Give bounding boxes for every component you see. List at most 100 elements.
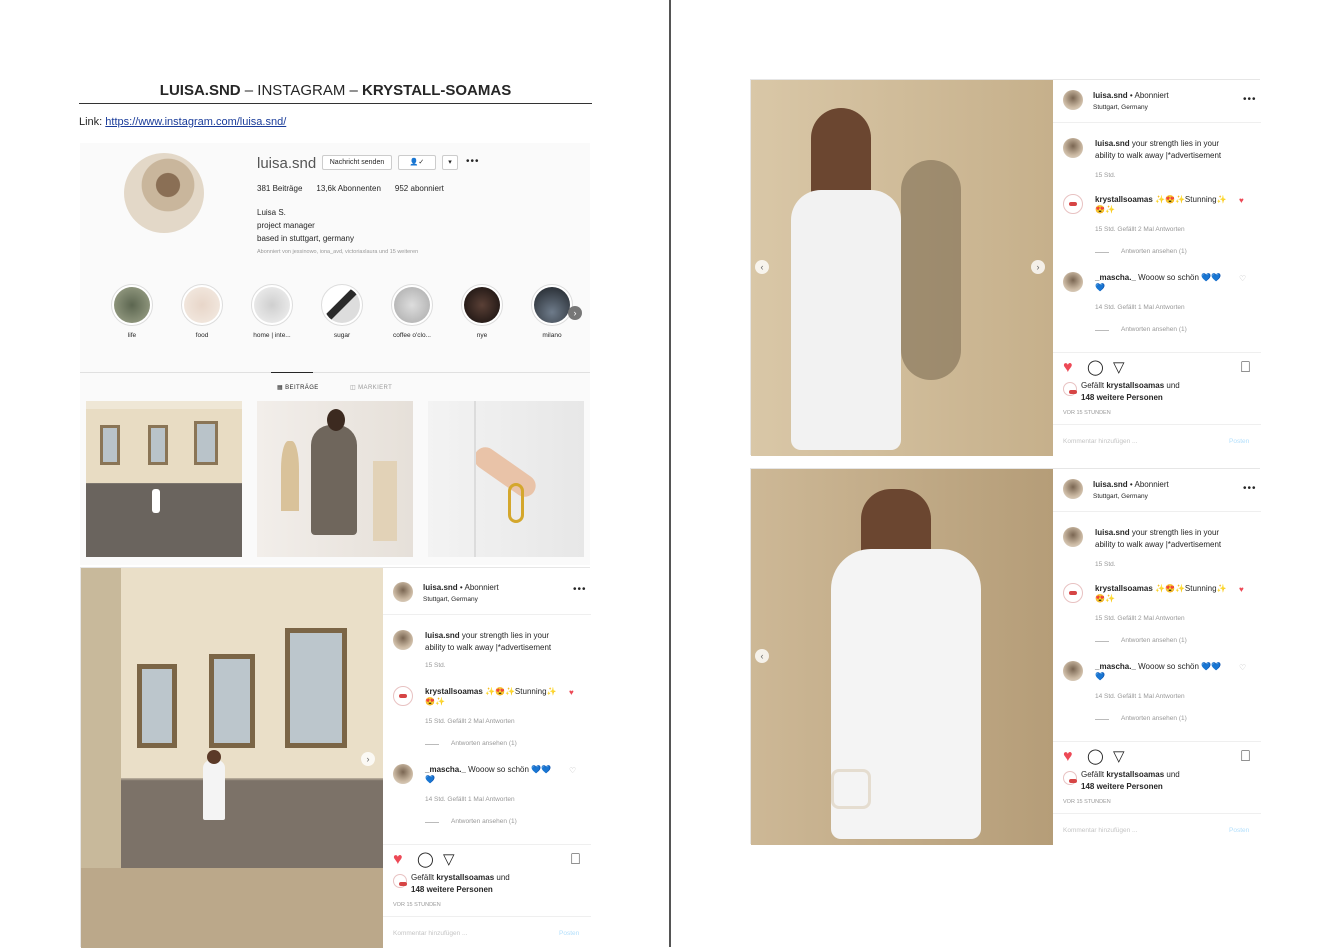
photo-next-arrow[interactable]: › xyxy=(1031,260,1045,274)
post-photo[interactable]: ‹ › xyxy=(751,80,1053,456)
bookmark-icon[interactable]: ⎕ xyxy=(1241,360,1250,375)
post-more-icon[interactable]: ••• xyxy=(1243,483,1257,494)
followers-count[interactable]: 13,6k Abonnenten xyxy=(316,184,381,193)
post-photo[interactable]: ‹ xyxy=(751,469,1053,845)
comment-2-meta[interactable]: 14 Std. Gefällt 1 Mal Antworten xyxy=(425,794,515,805)
post-author[interactable]: luisa.snd • Abonniert xyxy=(1093,479,1169,490)
user-avatar[interactable] xyxy=(1063,90,1083,110)
comment-1-meta[interactable]: 15 Std. Gefällt 2 Mal Antworten xyxy=(1095,224,1185,235)
highlight-home[interactable]: home | inte... xyxy=(237,284,307,339)
user-avatar[interactable] xyxy=(1063,138,1083,158)
likes-others[interactable]: 148 weitere Personen xyxy=(411,884,493,895)
post-comment-button[interactable]: Posten xyxy=(1229,825,1249,836)
post-more-icon[interactable]: ••• xyxy=(573,584,587,595)
post-thumbnail[interactable] xyxy=(257,401,413,557)
profile-link[interactable]: https://www.instagram.com/luisa.snd/ xyxy=(105,116,286,128)
post-location[interactable]: Stuttgart, Germany xyxy=(1093,491,1148,502)
commenter-avatar[interactable] xyxy=(393,686,413,706)
view-replies[interactable]: Antworten ansehen (1) xyxy=(451,816,517,827)
post-more-icon[interactable]: ••• xyxy=(1243,94,1257,105)
comment-2: _mascha._ Wooow so schön 💙💙 xyxy=(1095,273,1222,282)
likes-others[interactable]: 148 weitere Personen xyxy=(1081,781,1163,792)
post-location[interactable]: Stuttgart, Germany xyxy=(1093,102,1148,113)
view-replies[interactable]: Antworten ansehen (1) xyxy=(1121,246,1187,257)
more-options-icon[interactable]: ••• xyxy=(466,156,480,167)
comment-icon[interactable]: ◯ xyxy=(1087,749,1104,764)
likes-text[interactable]: Gefällt krystallsoamas und xyxy=(1081,769,1180,780)
post-comment-button[interactable]: Posten xyxy=(1229,436,1249,447)
bookmark-icon[interactable]: ⎕ xyxy=(1241,749,1250,764)
comment-1-meta[interactable]: 15 Std. Gefällt 2 Mal Antworten xyxy=(425,716,515,727)
likes-text[interactable]: Gefällt krystallsoamas und xyxy=(1081,380,1180,391)
user-avatar[interactable] xyxy=(1063,527,1083,547)
message-button[interactable]: Nachricht senden xyxy=(322,155,392,170)
comment-icon[interactable]: ◯ xyxy=(1087,360,1104,375)
post-time: VOR 15 STUNDEN xyxy=(1063,410,1111,416)
comment-like-icon[interactable]: ♡ xyxy=(569,766,576,775)
like-icon[interactable]: ♥ xyxy=(1063,749,1073,765)
commenter-avatar[interactable] xyxy=(1063,661,1083,681)
post-thumbnail[interactable] xyxy=(428,401,584,557)
comment-like-icon[interactable]: ♡ xyxy=(1239,663,1246,672)
user-avatar[interactable] xyxy=(393,582,413,602)
suggest-dropdown-button[interactable]: ▾ xyxy=(442,155,458,170)
share-icon[interactable]: ▽ xyxy=(1113,749,1125,764)
photo-prev-arrow[interactable]: ‹ xyxy=(755,649,769,663)
tab-tagged[interactable]: ◫ MARKIERT xyxy=(350,384,392,391)
post-photo[interactable]: › xyxy=(81,568,383,948)
comment-2-meta[interactable]: 14 Std. Gefällt 1 Mal Antworten xyxy=(1095,302,1185,313)
comment-like-icon[interactable]: ♡ xyxy=(1239,274,1246,283)
instagram-post: ‹ › luisa.snd • Abonniert Stuttgart, Ger… xyxy=(750,79,1261,456)
like-icon[interactable]: ♥ xyxy=(393,852,403,868)
post-comment-button[interactable]: Posten xyxy=(559,928,579,939)
comment-input[interactable]: Kommentar hinzufügen ... xyxy=(1063,436,1137,447)
profile-avatar[interactable] xyxy=(124,153,204,233)
comment-icon[interactable]: ◯ xyxy=(417,852,434,867)
user-avatar[interactable] xyxy=(1063,479,1083,499)
like-icon[interactable]: ♥ xyxy=(1063,360,1073,376)
commenter-avatar[interactable] xyxy=(1063,194,1083,214)
following-count[interactable]: 952 abonniert xyxy=(395,184,444,193)
commenter-avatar[interactable] xyxy=(1063,272,1083,292)
likes-text[interactable]: Gefällt krystallsoamas und xyxy=(411,872,510,883)
comment-input[interactable]: Kommentar hinzufügen ... xyxy=(393,928,467,939)
followed-by-text[interactable]: Abonniert von jessinowo, iona_avd, victo… xyxy=(257,249,418,255)
commenter-avatar[interactable] xyxy=(393,764,413,784)
tab-posts[interactable]: ▦ BEITRÄGE xyxy=(271,372,319,391)
highlight-nye[interactable]: nye xyxy=(447,284,517,339)
post-thumbnail[interactable] xyxy=(86,401,242,557)
share-icon[interactable]: ▽ xyxy=(1113,360,1125,375)
commenter-avatar[interactable] xyxy=(1063,583,1083,603)
share-icon[interactable]: ▽ xyxy=(443,852,455,867)
photo-next-arrow[interactable]: › xyxy=(361,752,375,766)
caption-time: 15 Std. xyxy=(1095,172,1116,179)
profile-link-line: Link: https://www.instagram.com/luisa.sn… xyxy=(79,116,286,128)
likes-others[interactable]: 148 weitere Personen xyxy=(1081,392,1163,403)
comment-1-meta[interactable]: 15 Std. Gefällt 2 Mal Antworten xyxy=(1095,613,1185,624)
comment-like-icon[interactable]: ♥ xyxy=(569,688,574,697)
comment-input[interactable]: Kommentar hinzufügen ... xyxy=(1063,825,1137,836)
view-replies[interactable]: Antworten ansehen (1) xyxy=(1121,324,1187,335)
post-location[interactable]: Stuttgart, Germany xyxy=(423,594,478,605)
view-replies[interactable]: Antworten ansehen (1) xyxy=(1121,635,1187,646)
profile-username: luisa.snd xyxy=(257,155,317,172)
highlight-food[interactable]: food xyxy=(167,284,237,339)
view-replies[interactable]: Antworten ansehen (1) xyxy=(1121,713,1187,724)
comment-2-meta[interactable]: 14 Std. Gefällt 1 Mal Antworten xyxy=(1095,691,1185,702)
view-replies[interactable]: Antworten ansehen (1) xyxy=(451,738,517,749)
highlights-next-arrow[interactable]: › xyxy=(568,306,582,320)
profile-bio: Luisa S. project manager based in stuttg… xyxy=(257,206,354,245)
post-author[interactable]: luisa.snd • Abonniert xyxy=(1093,90,1169,101)
highlight-life[interactable]: life xyxy=(97,284,167,339)
user-avatar[interactable] xyxy=(393,630,413,650)
post-author[interactable]: luisa.snd • Abonniert xyxy=(423,582,499,593)
photo-prev-arrow[interactable]: ‹ xyxy=(755,260,769,274)
highlight-sugar[interactable]: sugar xyxy=(307,284,377,339)
comment-like-icon[interactable]: ♥ xyxy=(1239,196,1244,205)
highlight-coffee[interactable]: coffee o'clo... xyxy=(377,284,447,339)
instagram-post: › luisa.snd • Abonniert Stuttgart, Germa… xyxy=(80,567,591,948)
bookmark-icon[interactable]: ⎕ xyxy=(571,852,580,867)
post-sidebar: luisa.snd • Abonniert Stuttgart, Germany… xyxy=(383,568,591,948)
following-button[interactable]: 👤✓ xyxy=(398,155,436,170)
comment-like-icon[interactable]: ♥ xyxy=(1239,585,1244,594)
